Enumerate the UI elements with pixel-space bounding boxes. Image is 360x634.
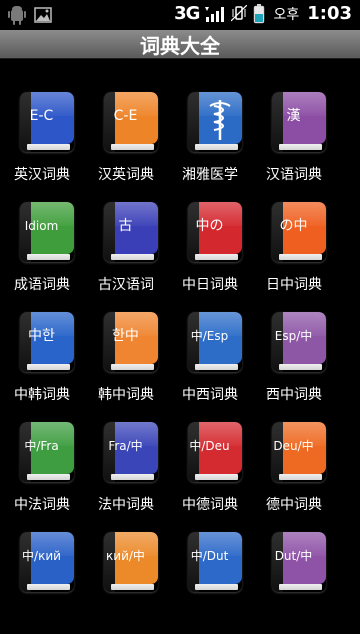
book-cover-text: 中/кий [22, 549, 61, 563]
book-cover-text: Fra/中 [108, 439, 143, 453]
dict-label: 德中词典 [266, 497, 322, 513]
dict-item[interactable]: 中한 中韩词典 [0, 304, 84, 414]
app-title-bar: 词典大全 [0, 30, 360, 59]
status-left [8, 4, 52, 26]
dict-item[interactable]: Deu/中 德中词典 [252, 414, 336, 524]
dict-label: 中韩词典 [14, 387, 70, 403]
book-cover-text: の中 [279, 218, 308, 234]
dict-label: 汉语词典 [266, 167, 322, 183]
dict-item[interactable]: 中/Deu 中德词典 [168, 414, 252, 524]
book-cover-text: Dut/中 [274, 549, 313, 563]
book-cover-text: Deu/中 [273, 439, 314, 453]
dict-item[interactable]: 中/Fra 中法词典 [0, 414, 84, 524]
book-icon: 漢 [272, 92, 326, 152]
book-icon: 中/Fra [20, 422, 74, 482]
book-cover-text: Idiom [24, 219, 59, 233]
dict-item[interactable]: Dut/中 [252, 524, 336, 634]
network-type: 3G [174, 3, 200, 24]
book-icon: 中/Esp [188, 312, 242, 372]
book-icon: 中の [188, 202, 242, 262]
book-icon: Esp/中 [272, 312, 326, 372]
dict-item[interactable]: Fra/中 法中词典 [84, 414, 168, 524]
dict-item[interactable]: 中/Esp 中西词典 [168, 304, 252, 414]
book-cover-text: 中/Fra [24, 439, 59, 453]
dict-label: 韩中词典 [98, 387, 154, 403]
dict-label: 中法词典 [14, 497, 70, 513]
dict-label: 西中词典 [266, 387, 322, 403]
dict-item[interactable]: кий/中 [84, 524, 168, 634]
book-icon: Dut/中 [272, 532, 326, 592]
battery-icon [254, 3, 265, 23]
book-cover-text: 한中 [112, 328, 139, 344]
dict-label: 中日词典 [182, 277, 238, 293]
book-icon: の中 [272, 202, 326, 262]
book-icon: Fra/中 [104, 422, 158, 482]
book-cover-text: 中の [195, 218, 224, 234]
book-icon: E-C [20, 92, 74, 152]
book-cover-text: 中/Esp [190, 329, 229, 343]
book-cover-text: 中한 [28, 328, 55, 344]
dict-item[interactable]: 湘雅医学 [168, 84, 252, 194]
book-cover-text: 漢 [286, 108, 301, 124]
book-icon [188, 92, 242, 152]
status-bar: 3G 오후 1:03 [0, 0, 360, 30]
book-icon: Deu/中 [272, 422, 326, 482]
dict-item[interactable]: 漢 汉语词典 [252, 84, 336, 194]
book-icon: кий/中 [104, 532, 158, 592]
dict-item[interactable]: E-C 英汉词典 [0, 84, 84, 194]
image-icon [34, 7, 52, 23]
dict-item[interactable]: Esp/中 西中词典 [252, 304, 336, 414]
book-cover-text: 中/Dut [190, 549, 229, 563]
dict-label: 法中词典 [98, 497, 154, 513]
book-icon: 中/Dut [188, 532, 242, 592]
book-cover-text: C-E [113, 108, 138, 124]
dict-item[interactable]: の中 日中词典 [252, 194, 336, 304]
book-cover-text: 古 [118, 218, 133, 234]
book-icon: 中/Deu [188, 422, 242, 482]
book-icon: 한中 [104, 312, 158, 372]
dict-label: 中西词典 [182, 387, 238, 403]
dict-label: 湘雅医学 [182, 167, 238, 183]
android-icon [8, 6, 26, 25]
signal-icon [205, 6, 225, 22]
status-right: 3G 오후 1:03 [174, 3, 352, 24]
dict-item[interactable]: Idiom 成语词典 [0, 194, 84, 304]
clock: 1:03 [307, 3, 352, 24]
book-icon: 中/кий [20, 532, 74, 592]
book-cover-text: 中/Deu [189, 439, 230, 453]
dict-label: 古汉语词 [98, 277, 154, 293]
dict-item[interactable]: 古 古汉语词 [84, 194, 168, 304]
dict-label: 英汉词典 [14, 167, 70, 183]
caduceus-icon [209, 100, 231, 140]
book-icon: 中한 [20, 312, 74, 372]
book-cover-text: Esp/中 [274, 329, 313, 343]
book-icon: C-E [104, 92, 158, 152]
dict-label: 日中词典 [266, 277, 322, 293]
dict-label: 中德词典 [182, 497, 238, 513]
app-title: 词典大全 [140, 33, 220, 58]
dict-item[interactable]: 中の 中日词典 [168, 194, 252, 304]
dict-item[interactable]: 한中 韩中词典 [84, 304, 168, 414]
dict-item[interactable]: 中/кий [0, 524, 84, 634]
dict-label: 成语词典 [14, 277, 70, 293]
book-icon: 古 [104, 202, 158, 262]
dict-item[interactable]: 中/Dut [168, 524, 252, 634]
book-icon: Idiom [20, 202, 74, 262]
time-ampm: 오후 [273, 6, 300, 23]
book-cover-text: E-C [29, 108, 54, 124]
book-cover-text: кий/中 [106, 549, 145, 563]
dict-item[interactable]: C-E 汉英词典 [84, 84, 168, 194]
dict-label: 汉英词典 [98, 167, 154, 183]
vibrate-icon [231, 4, 248, 21]
